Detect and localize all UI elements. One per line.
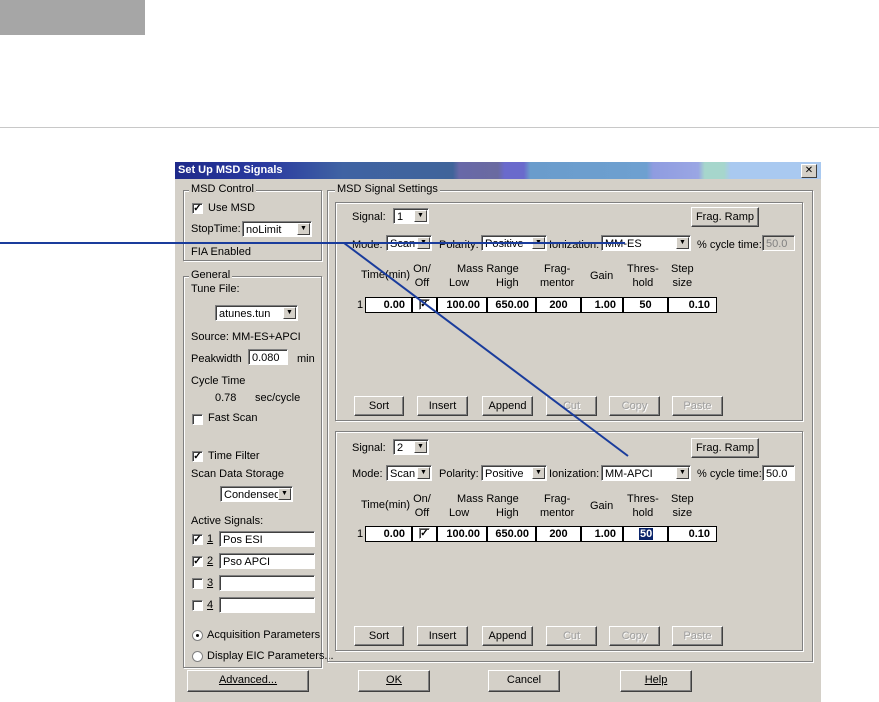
- callout-line-diagonal: [343, 242, 629, 457]
- callout-lines: [0, 242, 629, 457]
